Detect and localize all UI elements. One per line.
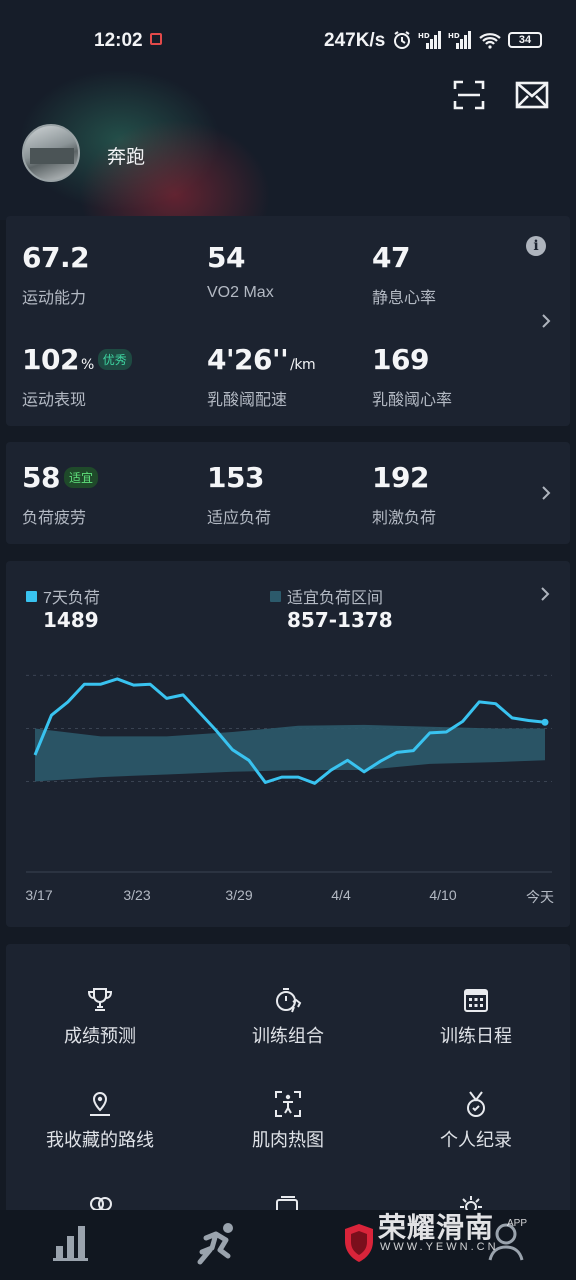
menu-item-label: 我收藏的路线 — [46, 1130, 154, 1150]
wifi-icon — [479, 33, 501, 49]
shield-icon[interactable] — [342, 1222, 376, 1264]
metric-sport-ability: 67.2 运动能力 — [22, 241, 90, 308]
x-tick-label: 4/10 — [429, 887, 457, 903]
metric-value: 54 — [207, 241, 245, 274]
metric-label: 刺激负荷 — [372, 510, 437, 527]
svg-text:HD: HD — [418, 32, 430, 40]
x-tick-label: 3/23 — [123, 887, 151, 903]
metric-label: 适应负荷 — [207, 510, 272, 527]
metric-stimulus-load: 192 刺激负荷 — [372, 461, 436, 528]
menu-item-saved-routes[interactable]: 我收藏的路线 — [6, 1090, 194, 1152]
load-chart — [26, 674, 552, 873]
metric-value: 153 — [207, 461, 264, 494]
legend-suitable-range: 适宜负荷区间 — [270, 584, 383, 608]
svg-text:HD: HD — [448, 32, 460, 40]
metric-unit: /km — [290, 357, 316, 373]
menu-item-personal-records[interactable]: 个人纪录 — [382, 1090, 570, 1152]
metric-lt-pace: 4'26''/km 乳酸阈配速 — [207, 343, 316, 410]
metric-value: 58 — [22, 461, 60, 494]
suitable-load-band — [35, 724, 545, 782]
route-pin-icon — [90, 1092, 110, 1116]
metric-lt-hr: 169 乳酸阈心率 — [372, 343, 452, 410]
metric-adapt-load: 153 适应负荷 — [207, 461, 271, 528]
menu-item-training-combo[interactable]: 训练组合 — [194, 986, 382, 1048]
menu-item-muscle-heatmap[interactable]: 肌肉热图 — [194, 1090, 382, 1152]
scan-icon[interactable] — [452, 78, 486, 112]
legend-swatch — [26, 590, 37, 602]
chevron-right-icon[interactable] — [538, 587, 552, 601]
battery-icon: 34 — [508, 32, 542, 48]
mail-icon[interactable] — [515, 78, 549, 112]
metric-vo2max: 54 VO2 Max — [207, 241, 274, 302]
info-icon[interactable]: i — [526, 236, 546, 256]
menu-item-label: 训练组合 — [252, 1026, 324, 1046]
tools-menu: 成绩预测 训练组合 训练日程 我收藏的路线 肌肉热图 个人纪录 — [6, 944, 570, 1214]
x-tick-label: 4/4 — [331, 887, 351, 903]
metric-label: 负荷疲劳 — [22, 510, 87, 527]
network-speed: 247K/s — [324, 30, 386, 51]
legend-value: 1489 — [43, 608, 99, 632]
metric-performance: 102% 优秀 运动表现 — [22, 343, 132, 410]
metric-label: 运动表现 — [22, 392, 87, 409]
watermark-app: APP — [507, 1218, 528, 1229]
legend-label: 7天负荷 — [43, 590, 100, 607]
metric-value: 102 — [22, 343, 79, 376]
metric-label: 静息心率 — [372, 290, 437, 307]
avatar[interactable] — [22, 124, 80, 182]
metric-value: 4'26'' — [207, 343, 289, 376]
metric-unit: % — [80, 357, 94, 373]
metric-label: 乳酸阈配速 — [207, 392, 288, 409]
x-tick-label: 今天 — [526, 889, 554, 905]
metric-value: 192 — [372, 461, 429, 494]
watermark-url: WWW.YEWN.CN — [380, 1241, 499, 1253]
menu-item-training-schedule[interactable]: 训练日程 — [382, 986, 570, 1048]
x-tick-label: 3/17 — [25, 887, 53, 903]
metric-label: 运动能力 — [22, 290, 87, 307]
running-icon[interactable] — [192, 1222, 240, 1266]
status-time: 12:02 — [94, 30, 143, 51]
menu-item-label: 成绩预测 — [64, 1026, 136, 1046]
trophy-icon — [87, 988, 113, 1011]
legend-swatch — [270, 590, 281, 602]
legend-7day-load: 7天负荷 — [26, 584, 100, 608]
menu-item-performance-prediction[interactable]: 成绩预测 — [6, 986, 194, 1048]
status-badge: 适宜 — [63, 467, 98, 488]
stats-icon[interactable] — [52, 1222, 90, 1262]
menu-item-label: 肌肉热图 — [252, 1130, 324, 1150]
metric-label: 乳酸阈心率 — [372, 392, 453, 409]
calendar-icon — [464, 989, 488, 1012]
chevron-right-icon[interactable] — [539, 314, 553, 328]
metric-value: 67.2 — [22, 241, 90, 274]
x-tick-label: 3/29 — [225, 887, 253, 903]
chevron-right-icon[interactable] — [539, 486, 553, 500]
signal-hd-icon: HD — [418, 31, 441, 49]
medal-icon — [467, 1091, 485, 1117]
status-bar: 12:02 247K/s HD HD 34 — [0, 0, 576, 56]
metric-value: 47 — [372, 241, 410, 274]
menu-item-label: 个人纪录 — [440, 1130, 512, 1150]
screen-record-icon — [150, 33, 162, 45]
stopwatch-run-icon — [276, 988, 302, 1013]
status-badge: 优秀 — [97, 349, 132, 370]
legend-label: 适宜负荷区间 — [287, 590, 384, 607]
signal-hd-icon: HD — [448, 31, 471, 49]
alarm-icon — [394, 31, 410, 49]
metric-value: 169 — [372, 343, 429, 376]
load-end-point — [541, 718, 549, 726]
watermark-text: 荣耀滑南 — [378, 1212, 495, 1243]
status-icons: HD HD 34 — [392, 30, 542, 50]
legend-value: 857-1378 — [287, 608, 393, 632]
username[interactable]: 奔跑 — [107, 142, 145, 169]
muscle-scan-icon — [275, 1091, 301, 1117]
metric-label: VO2 Max — [207, 284, 274, 301]
metric-resting-hr: 47 静息心率 — [372, 241, 436, 308]
menu-item-label: 训练日程 — [440, 1026, 512, 1046]
metric-load-fatigue: 58 适宜 负荷疲劳 — [22, 461, 98, 528]
